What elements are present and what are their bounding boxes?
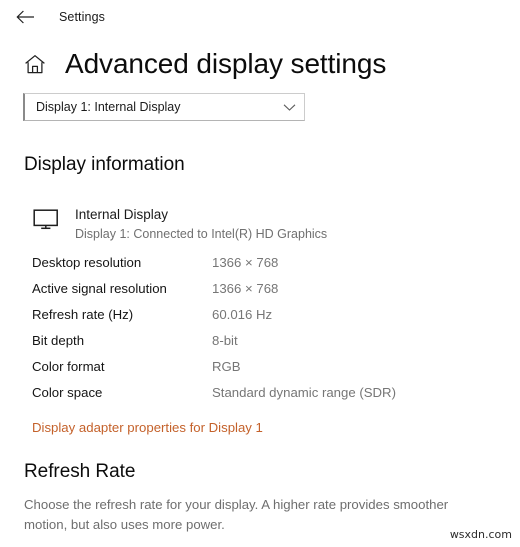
table-row: Active signal resolution 1366 × 768: [32, 281, 520, 307]
spec-label: Desktop resolution: [32, 254, 142, 270]
spec-value: 8-bit: [212, 332, 238, 348]
spec-label: Color space: [32, 384, 103, 400]
table-row: Color space Standard dynamic range (SDR): [32, 385, 520, 411]
refresh-rate-heading: Refresh Rate: [24, 460, 136, 482]
monitor-text-block: Internal Display Display 1: Connected to…: [75, 207, 327, 243]
table-row: Desktop resolution 1366 × 768: [32, 255, 520, 281]
display-selector-wrap: Display 1: Internal Display: [0, 93, 520, 121]
spec-value: 1366 × 768: [212, 280, 279, 296]
app-title: Settings: [59, 10, 105, 24]
page-header: Advanced display settings: [0, 50, 520, 78]
display-selector-dropdown[interactable]: Display 1: Internal Display: [23, 93, 305, 121]
refresh-rate-description: Choose the refresh rate for your display…: [24, 496, 449, 532]
spec-label: Active signal resolution: [32, 280, 167, 296]
monitor-summary: Internal Display Display 1: Connected to…: [0, 207, 520, 243]
chevron-down-icon: [283, 103, 298, 112]
spec-label: Bit depth: [32, 332, 85, 348]
page-title: Advanced display settings: [65, 48, 387, 79]
spec-value: 1366 × 768: [212, 254, 279, 270]
spec-label: Color format: [32, 358, 105, 374]
spec-value: Standard dynamic range (SDR): [212, 384, 396, 400]
table-row: Color format RGB: [32, 359, 520, 385]
table-row: Refresh rate (Hz) 60.016 Hz: [32, 307, 520, 333]
spec-value: RGB: [212, 358, 241, 374]
monitor-name: Internal Display: [75, 207, 169, 222]
display-selector-value: Display 1: Internal Display: [36, 100, 181, 114]
back-button[interactable]: [10, 4, 40, 30]
title-bar: Settings: [0, 0, 520, 34]
spec-value: 60.016 Hz: [212, 306, 273, 322]
watermark: wsxdn.com: [449, 528, 512, 541]
back-arrow-icon: [15, 10, 35, 24]
spec-label: Refresh rate (Hz): [32, 306, 134, 322]
monitor-subtitle: Display 1: Connected to Intel(R) HD Grap…: [75, 226, 328, 241]
display-information-heading: Display information: [24, 154, 185, 175]
display-spec-table: Desktop resolution 1366 × 768 Active sig…: [0, 255, 520, 411]
table-row: Bit depth 8-bit: [32, 333, 520, 359]
home-icon[interactable]: [22, 51, 48, 77]
display-adapter-properties-link[interactable]: Display adapter properties for Display 1: [32, 420, 263, 435]
monitor-icon: [33, 207, 61, 235]
